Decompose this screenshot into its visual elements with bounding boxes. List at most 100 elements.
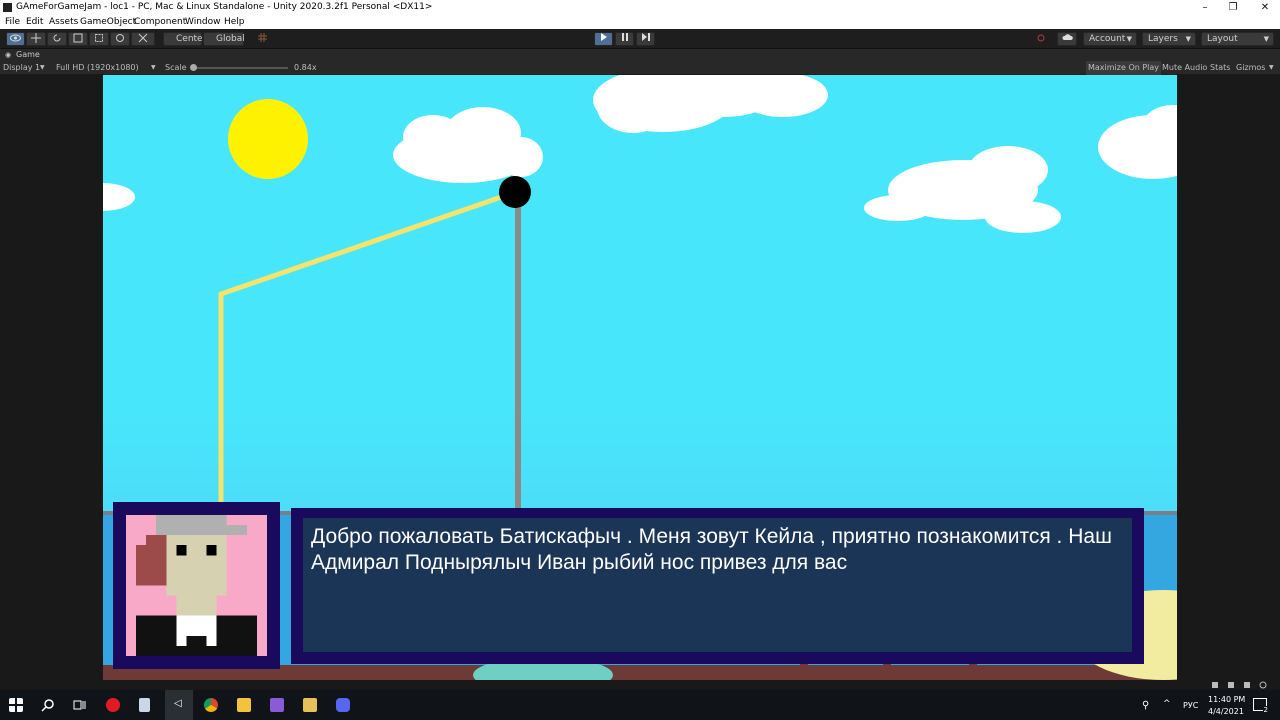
menu-help[interactable]: Help [224,15,245,29]
step-button[interactable] [636,32,655,46]
unity-logo-icon: ◁ [174,698,182,709]
move-tool-button[interactable] [26,32,46,46]
stats-toggle[interactable]: Stats [1210,61,1230,75]
window-title: GAmeForGameJam - loc1 - PC, Mac & Linux … [16,2,433,12]
tools-icon [138,33,148,43]
scale-slider-handle[interactable] [190,64,197,71]
cloud [103,183,135,211]
chevron-down-icon: ▼ [1269,64,1274,71]
game-tab[interactable]: Game [16,49,40,61]
sun [228,99,308,179]
pivot-mode-label: Center [176,34,207,44]
account-dropdown[interactable]: Account ▼ [1083,32,1137,46]
game-scene[interactable]: Добро пожаловать Батискафыч . Меня зовут… [103,75,1177,680]
chrome-icon[interactable] [204,698,218,712]
file-explorer-icon[interactable] [237,698,251,712]
chevron-down-icon: ▼ [1126,35,1132,43]
windows-start-icon[interactable] [9,698,23,712]
editor-status-strip [0,680,1280,690]
language-indicator[interactable]: РУС [1183,701,1198,710]
menu-component[interactable]: Component [134,15,186,29]
snap-grid-button[interactable] [254,32,270,46]
chevron-up-icon[interactable]: ^ [1163,699,1171,709]
view-tool-button[interactable] [6,32,25,46]
cloud [1098,105,1177,179]
window-titlebar: GAmeForGameJam - loc1 - PC, Mac & Linux … [0,0,1280,15]
chevron-down-icon: ▼ [151,64,156,71]
collab-button[interactable] [1031,32,1051,46]
notepad-icon[interactable] [139,698,150,712]
layers-dropdown[interactable]: Layers ▼ [1142,32,1196,46]
clock-date[interactable]: 4/4/2021 [1208,707,1244,716]
menu-gameobject[interactable]: GameObject [80,15,136,29]
layers-label: Layers [1148,34,1178,44]
game-view-controls: Display 1 ▼ Full HD (1920x1080) ▼ Scale … [0,61,1280,75]
account-label: Account [1089,34,1126,44]
dialog-frame: Добро пожаловать Батискафыч . Меня зовут… [291,508,1144,664]
portrait-frame [113,502,280,669]
layout-label: Layout [1207,34,1238,44]
cloud [864,146,1061,233]
mute-audio-toggle[interactable]: Mute Audio [1162,61,1207,75]
menu-assets[interactable]: Assets [49,15,78,29]
cloud [393,107,543,183]
main-toolbar: Center Global Account ▼ Layers ▼ Layout ▼ [0,29,1280,49]
clock-time[interactable]: 11:40 PM [1208,695,1245,704]
visual-studio-icon[interactable] [270,698,284,712]
search-icon[interactable] [41,698,55,712]
menu-window[interactable]: Window [185,15,221,29]
discord-icon[interactable] [336,698,350,712]
cloud [593,75,828,133]
scale-tool-button[interactable] [68,32,88,46]
rotate-tool-button[interactable] [47,32,67,46]
cloud-icon [1061,34,1073,40]
pivot-rotation-button[interactable]: Global [203,32,245,46]
pause-icon [621,33,628,41]
windows-taskbar: ◁ ⚲ ^ РУС 11:40 PM 4/4/2021 2 [0,690,1280,720]
gamepad-icon: ◉ [5,51,12,59]
move-arrows-icon [31,33,41,43]
maximize-on-play-toggle[interactable]: Maximize On Play [1086,61,1162,75]
dialog-text: Добро пожаловать Батискафыч . Меня зовут… [311,525,1112,574]
minimize-button[interactable]: – [1190,0,1220,15]
resolution-dropdown[interactable]: Full HD (1920x1080) [56,61,139,75]
crane-pole [515,192,521,512]
notification-center-icon[interactable]: 2 [1253,698,1269,714]
layout-dropdown[interactable]: Layout ▼ [1201,32,1274,46]
crane-pulley [499,176,531,208]
crane-rope [218,190,514,505]
play-button[interactable] [594,32,613,46]
dialog-box[interactable]: Добро пожаловать Батискафыч . Меня зовут… [303,518,1132,652]
grid-icon [257,33,267,42]
transform-tool-button[interactable] [110,32,130,46]
people-icon[interactable]: ⚲ [1142,700,1149,711]
collab-icon [1037,34,1045,42]
unity-logo-icon [3,3,12,12]
rect-tool-button[interactable] [89,32,109,46]
opera-icon[interactable] [106,698,120,712]
notification-count: 2 [1262,706,1269,714]
menu-edit[interactable]: Edit [26,15,43,29]
chevron-down-icon: ▼ [1185,35,1191,43]
restore-button[interactable]: ❐ [1218,0,1248,15]
display-dropdown[interactable]: Display 1 [3,61,40,75]
task-view-icon[interactable] [73,698,87,712]
close-button[interactable]: ✕ [1250,0,1280,15]
cloud-button[interactable] [1057,32,1077,46]
eye-icon [10,34,21,42]
gizmos-dropdown[interactable]: Gizmos [1236,61,1265,75]
step-icon [641,33,650,41]
scale-slider-track[interactable] [192,67,288,69]
chevron-down-icon: ▼ [40,64,45,71]
play-icon [600,33,607,41]
character-portrait [126,515,267,656]
unity-taskbar-icon[interactable]: ◁ [165,690,193,720]
game-viewport: Добро пожаловать Батискафыч . Меня зовут… [0,75,1280,680]
pause-button[interactable] [615,32,634,46]
menu-file[interactable]: File [5,15,20,29]
scale-icon [73,33,83,43]
rotate-icon [53,34,61,42]
media-player-icon[interactable] [303,698,317,712]
custom-tool-button[interactable] [131,32,155,46]
pivot-mode-button[interactable]: Center [163,32,206,46]
